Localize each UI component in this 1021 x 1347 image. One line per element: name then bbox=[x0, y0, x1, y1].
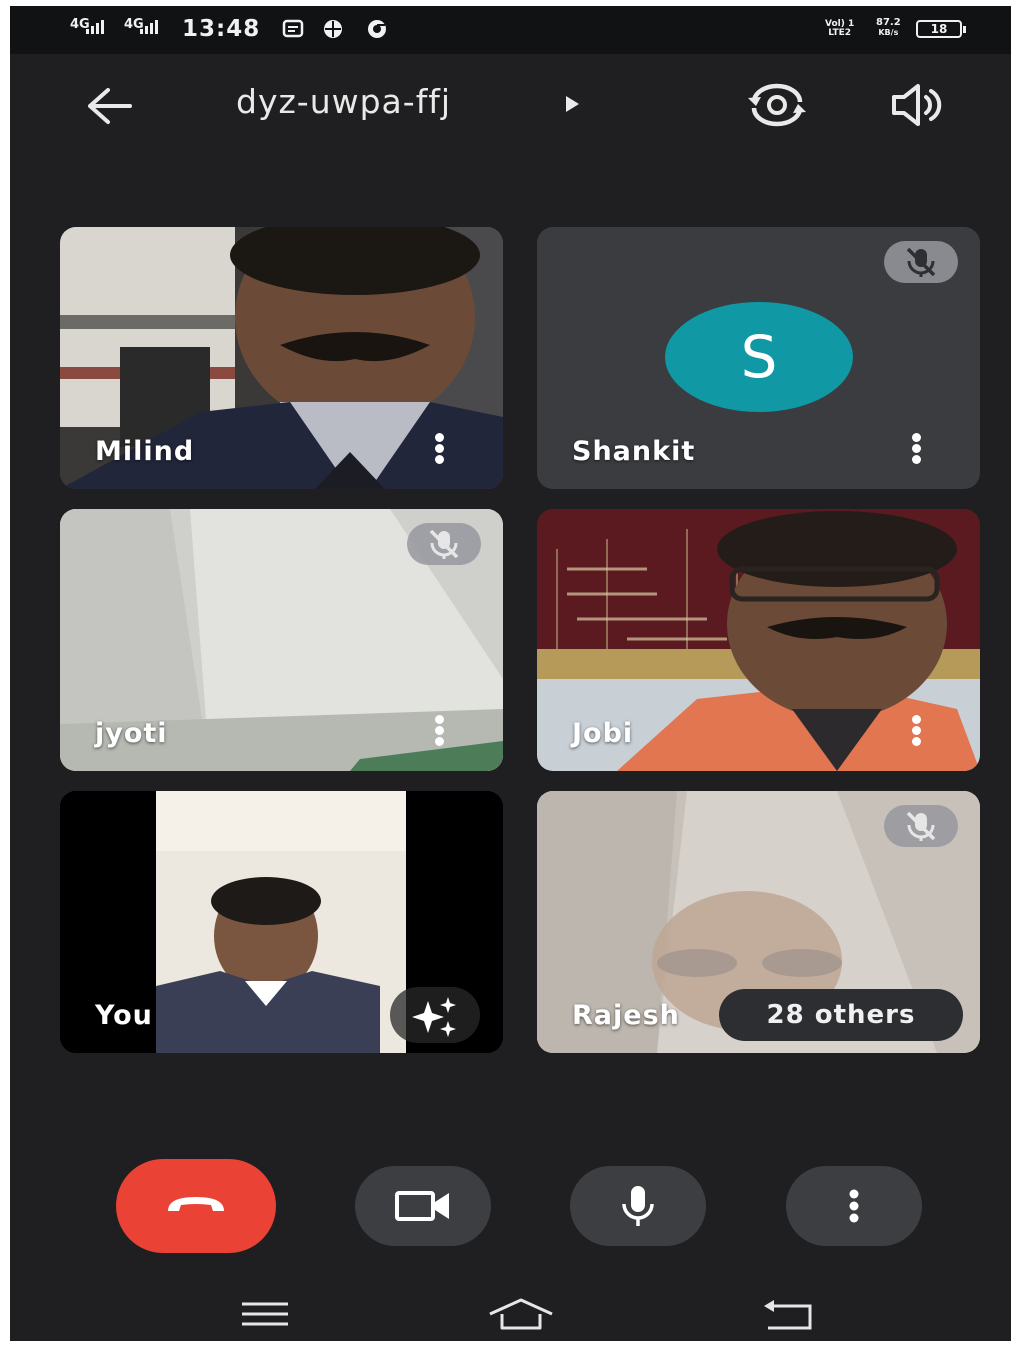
participant-tile-jobi[interactable]: Jobi bbox=[537, 509, 980, 771]
camera-toggle-button[interactable] bbox=[355, 1166, 491, 1246]
signal-icon bbox=[86, 20, 104, 34]
app-icon bbox=[324, 20, 342, 38]
volte-indicator: Vol) 1 LTE2 bbox=[825, 19, 855, 38]
meeting-header: dyz-uwpa-ffj bbox=[10, 54, 1011, 154]
microphone-toggle-button[interactable] bbox=[570, 1166, 706, 1246]
end-call-button[interactable] bbox=[116, 1159, 276, 1253]
participant-name: Shankit bbox=[572, 436, 696, 467]
mic-muted-icon bbox=[884, 241, 958, 283]
participant-name: jyoti bbox=[95, 718, 168, 749]
more-vert-icon[interactable] bbox=[912, 433, 922, 464]
status-bar: 4G 4G 13:48 Vol) 1 LTE2 87.2 KB/s 18 bbox=[10, 6, 1011, 54]
participant-name: You bbox=[95, 1000, 153, 1031]
back-icon[interactable] bbox=[762, 1298, 818, 1332]
others-count-chip[interactable]: 28 others bbox=[719, 989, 963, 1041]
home-icon[interactable] bbox=[486, 1296, 556, 1332]
menu-icon[interactable] bbox=[240, 1300, 290, 1328]
battery-icon: 18 bbox=[916, 20, 966, 38]
participant-tile-shankit[interactable]: S Shankit bbox=[537, 227, 980, 489]
participant-tile-jyoti[interactable]: jyoti bbox=[60, 509, 503, 771]
message-icon bbox=[282, 19, 304, 38]
participant-tile-rajesh[interactable]: Rajesh 28 others bbox=[537, 791, 980, 1053]
meeting-code[interactable]: dyz-uwpa-ffj bbox=[236, 82, 451, 121]
microphone-icon bbox=[622, 1186, 654, 1226]
mic-muted-icon bbox=[407, 523, 481, 565]
effects-sparkle-icon[interactable] bbox=[390, 987, 480, 1043]
participant-name: Rajesh bbox=[572, 1000, 680, 1031]
more-vert-icon bbox=[849, 1189, 859, 1223]
play-icon[interactable] bbox=[566, 96, 579, 112]
signal-icon bbox=[140, 20, 158, 34]
system-navigation-bar bbox=[10, 1276, 1011, 1341]
participant-tile-you[interactable]: You bbox=[60, 791, 503, 1053]
end-call-icon bbox=[168, 1197, 224, 1211]
speaker-icon[interactable] bbox=[886, 80, 946, 130]
more-options-button[interactable] bbox=[786, 1166, 922, 1246]
avatar: S bbox=[665, 302, 853, 412]
more-vert-icon[interactable] bbox=[435, 715, 445, 746]
meet-screen: 4G 4G 13:48 Vol) 1 LTE2 87.2 KB/s 18 dyz… bbox=[10, 6, 1011, 1341]
more-vert-icon[interactable] bbox=[435, 433, 445, 464]
network-speed: 87.2 KB/s bbox=[876, 17, 901, 38]
chrome-icon bbox=[368, 20, 386, 38]
clock: 13:48 bbox=[182, 16, 261, 42]
more-vert-icon[interactable] bbox=[912, 715, 922, 746]
participant-tile-milind[interactable]: Milind bbox=[60, 227, 503, 489]
switch-camera-icon[interactable] bbox=[746, 80, 808, 130]
video-camera-icon bbox=[395, 1191, 449, 1221]
mic-muted-icon bbox=[884, 805, 958, 847]
back-arrow-icon[interactable] bbox=[84, 82, 136, 130]
participant-name: Jobi bbox=[572, 718, 634, 749]
participant-name: Milind bbox=[95, 436, 195, 467]
